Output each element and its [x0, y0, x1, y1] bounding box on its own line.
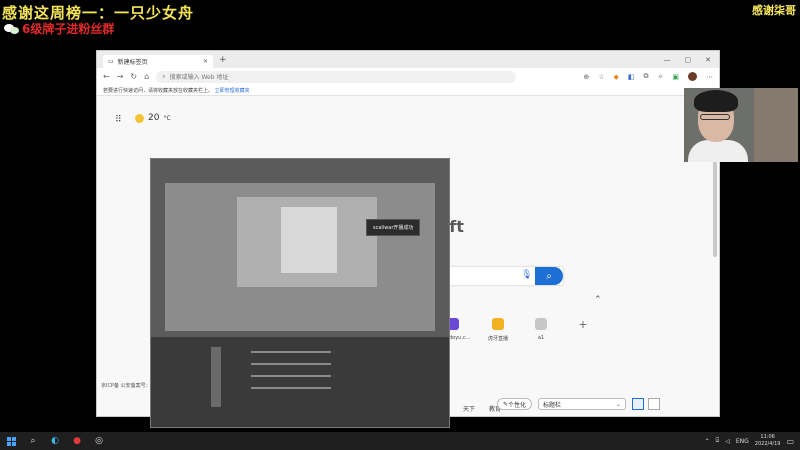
extension-blue-icon[interactable]: ◧	[628, 73, 635, 81]
minimize-icon[interactable]: —	[664, 56, 671, 64]
quick-link-tile[interactable]: 虎牙直播	[478, 318, 518, 342]
browser-toolbar: ← → ↻ ⌂ ⌕ 搜索或输入 Web 地址 ⊕ ☆ ◆ ◧ ⧉ ✧ ▣ ⋯	[97, 68, 719, 85]
overlay-subtitle: 6级牌子进粉丝群	[4, 20, 114, 37]
edge-taskbar-icon[interactable]: ◐	[44, 432, 66, 450]
close-window-icon[interactable]: ✕	[705, 56, 711, 64]
chevron-down-icon: ⌄	[615, 400, 621, 408]
grid-view-button[interactable]	[632, 398, 644, 410]
search-button[interactable]: ⌕	[535, 267, 563, 285]
obs-taskbar-icon[interactable]: ◎	[88, 432, 110, 450]
add-quick-link[interactable]: +	[563, 318, 603, 331]
favorite-star-icon[interactable]: ☆	[598, 73, 604, 81]
forward-icon[interactable]: →	[117, 72, 124, 81]
personalize-label: 个性化	[508, 401, 527, 409]
webcam-person-hair	[694, 90, 738, 112]
search-icon[interactable]: ⌕	[22, 432, 44, 450]
home-icon[interactable]: ⌂	[144, 72, 149, 81]
quick-link-tile[interactable]: a1	[521, 318, 561, 341]
chevron-up-icon[interactable]: ⌃	[594, 295, 602, 305]
webcam-overlay	[684, 88, 798, 162]
microphone-icon[interactable]: 🎙	[521, 270, 532, 280]
volume-icon[interactable]: ◁	[725, 438, 730, 445]
windows-logo-icon	[6, 436, 16, 446]
search-icon: ⌕	[162, 72, 166, 80]
window-controls: — ▢ ✕	[664, 56, 720, 64]
stream-stage: 感谢这周榜一：一只少女舟 6级牌子进粉丝群 感谢柒哥 ▭ 新建标签页 ✕ + —…	[0, 0, 800, 450]
refresh-icon[interactable]: ↻	[130, 72, 137, 81]
favorites-bar: 若要进行快速访问，请将收藏夹放在收藏夹栏上。 立即管理收藏夹	[97, 85, 719, 96]
manage-favorites-link[interactable]: 立即管理收藏夹	[215, 88, 250, 94]
app-launcher-icon[interactable]: ⠿	[115, 115, 122, 125]
collections-icon[interactable]: ▣	[672, 73, 679, 81]
stream-success-tooltip: scaliwar开播成功	[366, 219, 421, 236]
input-language[interactable]: ENG	[736, 438, 749, 445]
weather-widget[interactable]: 20 °C	[135, 113, 171, 123]
tab-favicon-icon: ▭	[108, 58, 114, 65]
capture-nested-screen-3	[281, 207, 337, 273]
layout-select[interactable]: 标题栏 ⌄	[538, 398, 626, 410]
tab-new-tab[interactable]: ▭ 新建标签页 ✕	[103, 55, 213, 68]
capture-mixer-panel	[151, 337, 449, 427]
quick-link-label: a1	[537, 335, 545, 341]
windows-taskbar: ⌕ ◐ ● ◎ ⌃ ⌸ ◁ ENG 11:06 2022/4/19 ▭	[0, 432, 800, 450]
capture-nested-screen	[165, 183, 435, 331]
extension-orange-icon[interactable]: ◆	[613, 73, 618, 81]
favorites-icon[interactable]: ✧	[658, 73, 664, 81]
tab-title: 新建标签页	[117, 59, 148, 66]
wechat-icon	[4, 23, 20, 35]
clock-time: 11:06	[760, 434, 775, 440]
news-tab[interactable]: 天下	[463, 404, 475, 413]
layout-select-value: 标题栏	[543, 401, 562, 409]
overlay-right-text: 感谢柒哥	[752, 4, 796, 17]
quick-link-icon	[535, 318, 547, 330]
overlay-subtitle-text: 6级牌子进粉丝群	[22, 22, 115, 36]
clock-date: 2022/4/19	[754, 441, 781, 447]
network-icon[interactable]: ⌸	[716, 437, 720, 445]
plus-icon: +	[578, 318, 588, 331]
notification-icon[interactable]: ▭	[786, 437, 794, 446]
weather-temp: 20	[148, 113, 160, 123]
system-tray: ⌃ ⌸ ◁ ENG 11:06 2022/4/19 ▭	[705, 434, 800, 448]
weather-unit: °C	[163, 114, 171, 122]
extensions-puzzle-icon[interactable]: ⧉	[644, 72, 649, 81]
address-placeholder: 搜索或输入 Web 地址	[169, 74, 229, 81]
maximize-icon[interactable]: ▢	[685, 56, 692, 64]
new-tab-plus-icon[interactable]: +	[219, 55, 227, 65]
read-aloud-icon[interactable]: ⊕	[583, 73, 589, 81]
tab-close-icon[interactable]: ✕	[203, 58, 208, 65]
back-icon[interactable]: ←	[103, 72, 110, 81]
red-app-taskbar-icon[interactable]: ●	[66, 432, 88, 450]
capture-nested-screen-2	[237, 197, 377, 287]
webcam-person-shirt	[688, 140, 748, 162]
screen-capture-preview	[150, 158, 450, 428]
personalize-button[interactable]: ✎ 个性化	[497, 398, 533, 410]
sun-icon	[135, 113, 144, 123]
webcam-background-shelf	[754, 88, 798, 162]
webcam-person-glasses	[700, 114, 730, 120]
taskbar-clock[interactable]: 11:06 2022/4/19	[755, 434, 781, 448]
quick-link-icon	[492, 318, 504, 330]
tray-chevron-icon[interactable]: ⌃	[705, 438, 710, 445]
toolbar-extensions: ⊕ ☆ ◆ ◧ ⧉ ✧ ▣ ⋯	[583, 72, 713, 81]
address-bar[interactable]: ⌕ 搜索或输入 Web 地址	[156, 70, 517, 83]
search-icon: ⌕	[546, 270, 552, 282]
favorites-bar-text: 若要进行快速访问，请将收藏夹放在收藏夹栏上。	[103, 88, 214, 94]
title-bar: ▭ 新建标签页 ✕ + — ▢ ✕	[97, 51, 719, 68]
list-view-button[interactable]	[648, 398, 660, 410]
more-menu-icon[interactable]: ⋯	[706, 73, 713, 81]
quick-link-label: 虎牙直播	[487, 336, 508, 342]
start-button[interactable]	[0, 432, 22, 450]
profile-avatar[interactable]	[688, 72, 697, 81]
